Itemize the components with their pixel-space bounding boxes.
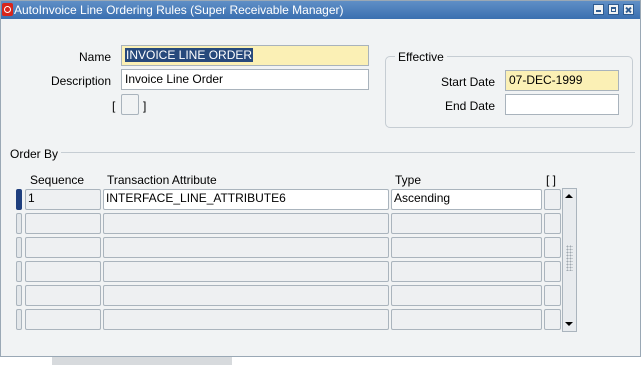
type-header: Type [395, 173, 422, 187]
sequence-cell[interactable] [25, 237, 101, 258]
end-date-field[interactable] [505, 94, 619, 115]
transaction-attribute-cell[interactable]: INTERFACE_LINE_ATTRIBUTE6 [103, 189, 389, 210]
effective-legend: Effective [395, 49, 447, 65]
title-bar[interactable]: AutoInvoice Line Ordering Rules (Super R… [1, 1, 640, 19]
transaction-attribute-cell[interactable] [103, 213, 389, 234]
dff-close-bracket: ] [143, 99, 147, 113]
row-indicator[interactable] [16, 213, 22, 234]
transaction-attribute-cell[interactable] [103, 261, 389, 282]
row-indicator[interactable] [16, 285, 22, 306]
dff-header: [ ] [546, 173, 557, 187]
description-field[interactable]: Invoice Line Order [121, 69, 369, 90]
background-window-edge [52, 357, 232, 365]
start-date-label: Start Date [440, 75, 495, 89]
scroll-up-arrow-icon[interactable] [564, 190, 575, 202]
transaction-attribute-header: Transaction Attribute [107, 173, 217, 187]
name-field[interactable]: INVOICE LINE ORDER [121, 45, 369, 66]
order-by-separator [61, 152, 635, 153]
window-title: AutoInvoice Line Ordering Rules (Super R… [14, 3, 344, 17]
sequence-header: Sequence [30, 173, 85, 187]
oracle-o-icon [2, 3, 13, 16]
maximize-icon[interactable] [608, 4, 619, 15]
row-indicator[interactable] [16, 237, 22, 258]
window: AutoInvoice Line Ordering Rules (Super R… [0, 0, 641, 357]
row-dff-cell[interactable] [544, 237, 561, 258]
descriptive-flexfield[interactable] [121, 94, 139, 115]
minimize-icon[interactable] [593, 4, 604, 15]
scroll-grip-icon[interactable] [566, 245, 573, 271]
type-cell[interactable] [391, 237, 542, 258]
sequence-cell[interactable]: 1 [25, 189, 101, 210]
start-date-field[interactable]: 07-DEC-1999 [505, 70, 619, 91]
order-by-label: Order By [10, 147, 59, 161]
dff-open-bracket: [ [112, 99, 116, 113]
effective-group: Effective [385, 49, 633, 128]
transaction-attribute-cell[interactable] [103, 237, 389, 258]
sequence-cell[interactable] [25, 309, 101, 330]
type-cell[interactable] [391, 261, 542, 282]
row-dff-cell[interactable] [544, 309, 561, 330]
transaction-attribute-cell[interactable] [103, 285, 389, 306]
sequence-cell[interactable] [25, 213, 101, 234]
close-icon[interactable] [623, 4, 634, 15]
row-dff-cell[interactable] [544, 213, 561, 234]
type-cell[interactable] [391, 309, 542, 330]
sequence-cell[interactable] [25, 261, 101, 282]
scroll-down-arrow-icon[interactable] [564, 318, 575, 330]
name-value: INVOICE LINE ORDER [125, 48, 254, 62]
end-date-label: End Date [444, 99, 495, 113]
transaction-attribute-cell[interactable] [103, 309, 389, 330]
type-cell[interactable] [391, 285, 542, 306]
row-dff-cell[interactable] [544, 285, 561, 306]
row-indicator-current[interactable] [16, 189, 22, 210]
name-label: Name [78, 50, 111, 64]
type-cell[interactable]: Ascending [391, 189, 542, 210]
sequence-cell[interactable] [25, 285, 101, 306]
description-label: Description [50, 74, 111, 88]
row-dff-cell[interactable] [544, 189, 561, 210]
row-indicator[interactable] [16, 261, 22, 282]
row-dff-cell[interactable] [544, 261, 561, 282]
type-cell[interactable] [391, 213, 542, 234]
row-indicator[interactable] [16, 309, 22, 330]
